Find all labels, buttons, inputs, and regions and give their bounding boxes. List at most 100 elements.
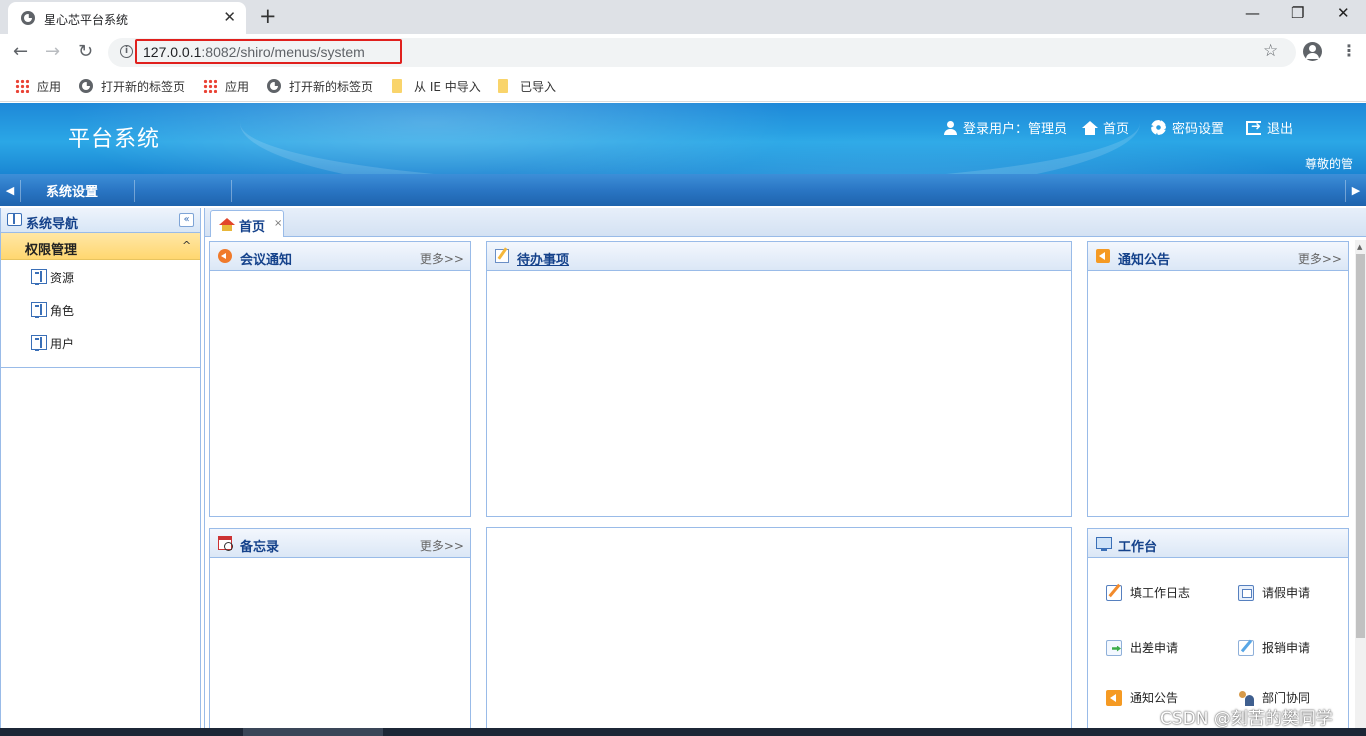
- vertical-scrollbar[interactable]: ▲: [1355, 240, 1366, 736]
- url-path: :8082/shiro/menus/system: [201, 44, 365, 60]
- portlet-header: 工作台: [1088, 529, 1348, 558]
- portlet-title: 备忘录: [240, 540, 280, 555]
- portlet-header: 通知公告 更多>>: [1088, 242, 1348, 271]
- more-link[interactable]: 更多>>: [420, 250, 464, 267]
- logout-link[interactable]: 退出: [1246, 118, 1293, 137]
- quick-link-label: 填工作日志: [1130, 586, 1191, 600]
- nav-group-permission[interactable]: 权限管理 ^: [1, 233, 200, 260]
- scroll-up-icon[interactable]: ▲: [1357, 243, 1362, 251]
- module-scroll-left-icon[interactable]: ◀: [0, 174, 20, 206]
- back-button[interactable]: ←: [13, 41, 28, 62]
- watermark-text: CSDN @刻苦的樊同学: [1160, 709, 1333, 729]
- sidebar-item-users[interactable]: 用户: [1, 326, 200, 359]
- user-icon: [943, 120, 957, 135]
- minimize-button[interactable]: —: [1245, 4, 1260, 22]
- browser-tab-strip: 星心芯平台系统 ✕ + — ❐ ✕: [0, 0, 1366, 34]
- quick-link-business-trip[interactable]: 出差申请: [1106, 639, 1178, 656]
- sidebar-header: 系统导航 «: [1, 208, 200, 233]
- scrollbar-thumb[interactable]: [1356, 254, 1365, 638]
- close-window-button[interactable]: ✕: [1337, 4, 1350, 22]
- header-decoration: [240, 103, 1140, 174]
- bookmark-star-icon[interactable]: ☆: [1263, 41, 1278, 61]
- module-tab-system-settings[interactable]: 系统设置: [46, 181, 98, 200]
- password-settings-link[interactable]: 密码设置: [1151, 118, 1224, 137]
- sidebar: 系统导航 « 权限管理 ^ 资源 角色 用户: [0, 208, 201, 736]
- home-link[interactable]: 首页: [1082, 118, 1129, 137]
- quick-link-leave[interactable]: 请假申请: [1238, 584, 1310, 601]
- sidebar-item-roles[interactable]: 角色: [1, 293, 200, 326]
- folder-icon: [498, 79, 508, 93]
- announcement-icon: [1106, 689, 1122, 706]
- close-tab-icon[interactable]: ×: [274, 218, 282, 229]
- globe-icon: [79, 79, 93, 93]
- globe-icon: [267, 79, 281, 93]
- table-icon: [31, 269, 47, 285]
- quick-link-reimbursement[interactable]: 报销申请: [1238, 639, 1310, 656]
- bookmark-item[interactable]: 已导入: [498, 77, 556, 95]
- sidebar-divider: [1, 367, 200, 368]
- new-tab-button[interactable]: +: [259, 4, 277, 28]
- table-icon: [31, 302, 47, 318]
- module-bar: ◀ 系统设置 ▶: [0, 174, 1366, 206]
- bookmark-label: 从 IE 中导入: [414, 79, 481, 94]
- module-separator: [20, 180, 21, 202]
- quick-link-label: 出差申请: [1130, 641, 1179, 655]
- restore-button[interactable]: ❐: [1291, 4, 1304, 22]
- bookmark-label: 打开新的标签页: [101, 79, 186, 94]
- tab-home[interactable]: 首页 ×: [210, 210, 284, 237]
- close-tab-icon[interactable]: ✕: [223, 8, 236, 26]
- url-text[interactable]: 127.0.0.1:8082/shiro/menus/system: [143, 44, 365, 60]
- module-scroll-right-icon[interactable]: ▶: [1346, 174, 1366, 206]
- bookmark-label: 应用: [37, 79, 62, 94]
- taskbar-item[interactable]: [243, 728, 383, 736]
- quick-link-work-log[interactable]: 填工作日志: [1106, 584, 1190, 601]
- bookmark-item[interactable]: 打开新的标签页: [79, 77, 185, 95]
- export-arrow-icon: [1106, 639, 1122, 656]
- bookmark-item[interactable]: 从 IE 中导入: [392, 77, 481, 95]
- gear-icon: [1151, 120, 1166, 135]
- bookmark-item[interactable]: 应用: [203, 77, 249, 95]
- bookmark-item[interactable]: 应用: [15, 77, 61, 95]
- table-icon: [31, 335, 47, 351]
- monitor-icon: [1096, 537, 1112, 551]
- portlet-empty: [486, 527, 1072, 736]
- forward-button[interactable]: →: [45, 41, 60, 62]
- portlet-header: 待办事项: [487, 242, 1071, 271]
- portlet-header: 会议通知 更多>>: [210, 242, 470, 271]
- portlet-todo: 待办事项: [486, 241, 1072, 517]
- nav-group-label: 权限管理: [25, 243, 78, 258]
- sidebar-item-label: 用户: [50, 337, 75, 351]
- portlet-title: 工作台: [1118, 540, 1158, 555]
- reload-button[interactable]: ↻: [78, 41, 93, 62]
- browser-tab[interactable]: 星心芯平台系统 ✕: [8, 2, 246, 34]
- chevron-up-icon[interactable]: ^: [182, 239, 191, 252]
- speaker-icon: [218, 249, 232, 263]
- document-icon: [1238, 584, 1254, 601]
- account-icon[interactable]: [1303, 42, 1322, 61]
- portlet-memo: 备忘录 更多>>: [209, 528, 471, 736]
- apps-grid-icon: [203, 79, 217, 93]
- collapse-sidebar-button[interactable]: «: [179, 213, 194, 227]
- more-link[interactable]: 更多>>: [1298, 250, 1342, 267]
- content-tab-bar: 首页 ×: [205, 208, 1366, 237]
- bookmark-label: 应用: [225, 79, 250, 94]
- app-header: 平台系统 登录用户：管理员 首页 密码设置 退出 尊敬的管: [0, 103, 1366, 174]
- portlet-meeting-notice: 会议通知 更多>>: [209, 241, 471, 517]
- browser-menu-icon[interactable]: ⋮: [1341, 41, 1357, 60]
- home-icon: [219, 218, 235, 231]
- browser-tab-title: 星心芯平台系统: [44, 13, 129, 27]
- more-link[interactable]: 更多>>: [420, 537, 464, 554]
- apps-grid-icon: [15, 79, 29, 93]
- module-separator: [231, 180, 232, 202]
- site-info-icon[interactable]: i: [120, 45, 133, 58]
- bookmark-item[interactable]: 打开新的标签页: [267, 77, 373, 95]
- tab-home-label: 首页: [239, 220, 266, 235]
- portlet-notice: 通知公告 更多>>: [1087, 241, 1349, 517]
- portlet-title: 通知公告: [1118, 253, 1171, 268]
- portlet-title-link[interactable]: 待办事项: [517, 249, 569, 268]
- sidebar-item-resources[interactable]: 资源: [1, 260, 200, 293]
- os-taskbar: [0, 728, 1366, 736]
- quick-link-label: 报销申请: [1262, 641, 1311, 655]
- sidebar-title: 系统导航: [26, 217, 79, 232]
- bookmark-label: 打开新的标签页: [289, 79, 374, 94]
